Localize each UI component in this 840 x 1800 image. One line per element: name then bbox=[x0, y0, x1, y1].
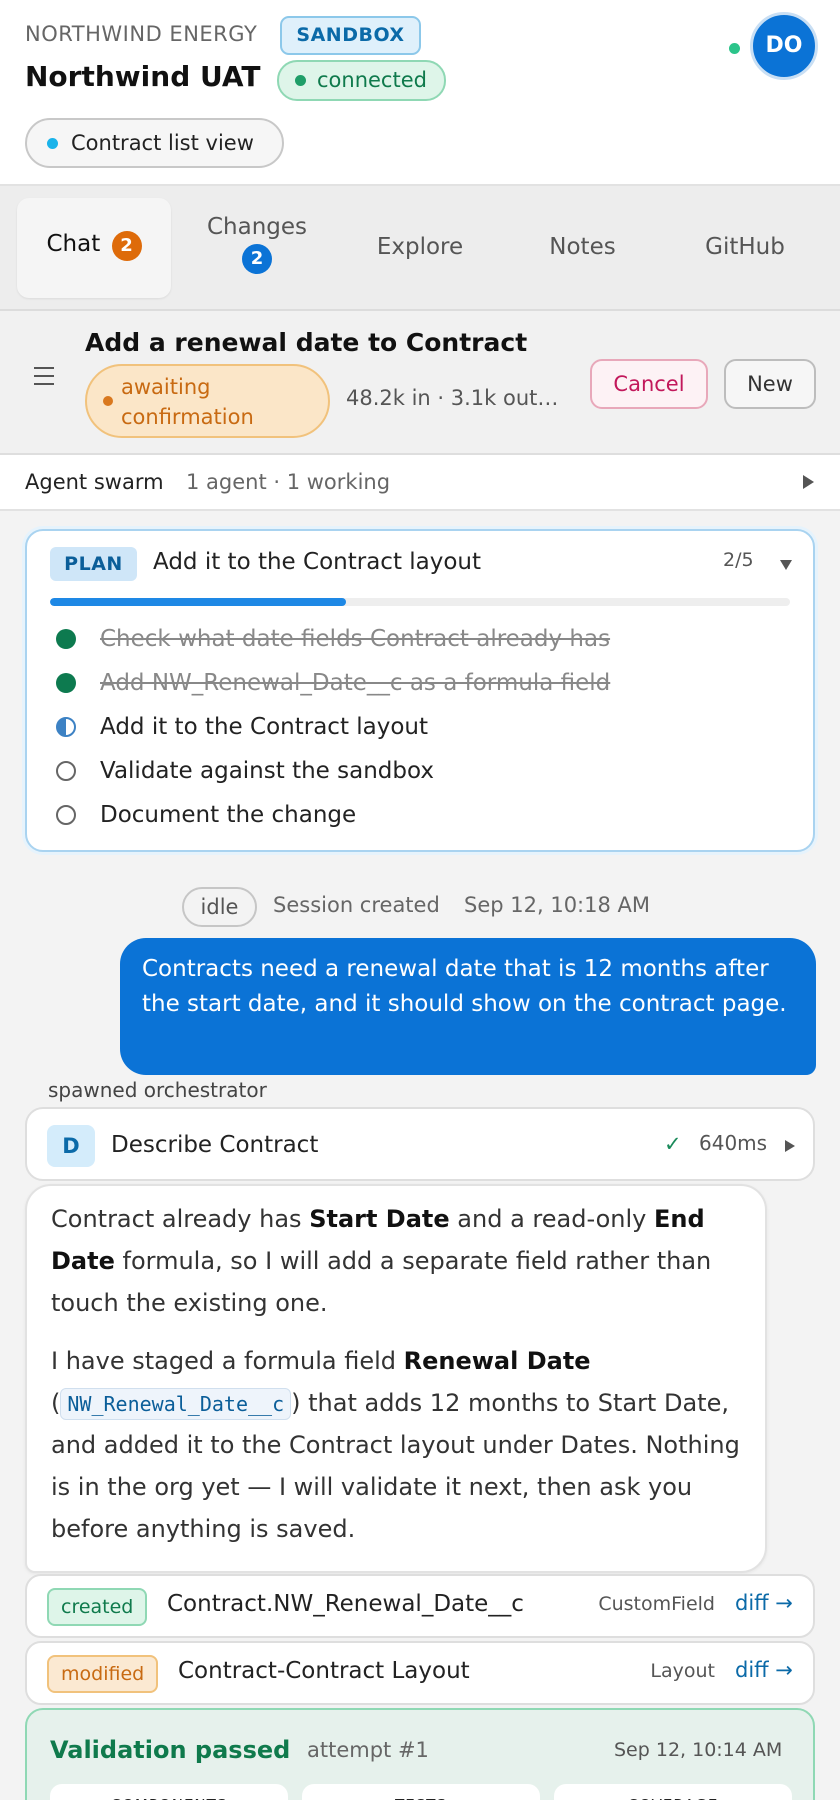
plan-step: Validate against the sandbox bbox=[50, 753, 790, 789]
tool-call-duration: 640ms bbox=[699, 1131, 768, 1155]
change-component-name: Contract.NW_Renewal_Date__c bbox=[167, 1591, 524, 1617]
tab-changes-label: Changes bbox=[206, 214, 308, 240]
online-status-icon bbox=[729, 43, 740, 54]
plan-badge: PLAN bbox=[50, 547, 137, 581]
app-header: NORTHWIND ENERGY SANDBOX Northwind UAT c… bbox=[0, 0, 840, 186]
agent-swarm-bar[interactable]: Agent swarm 1 agent · 1 working bbox=[0, 455, 840, 511]
session-status-label: awaiting confirmation bbox=[121, 375, 254, 429]
tab-explore[interactable]: Explore bbox=[350, 198, 490, 298]
check-icon: ✓ bbox=[664, 1132, 682, 1156]
token-usage: 48.2k in · 3.1k out… bbox=[346, 386, 559, 410]
tab-changes[interactable]: Changes 2 bbox=[190, 198, 324, 298]
plan-step-text: Validate against the sandbox bbox=[100, 758, 434, 784]
session-status-badge: awaiting confirmation bbox=[85, 364, 330, 438]
plan-step-count: 2/5 bbox=[723, 549, 754, 571]
expand-caret-icon[interactable] bbox=[785, 1140, 795, 1152]
cancel-button[interactable]: Cancel bbox=[590, 359, 708, 409]
tab-github[interactable]: GitHub bbox=[675, 198, 815, 298]
new-session-button[interactable]: New bbox=[724, 359, 816, 409]
tab-github-label: GitHub bbox=[705, 234, 785, 260]
tool-call-name: Describe Contract bbox=[111, 1132, 319, 1158]
validation-card: Validation passed attempt #1 Sep 12, 10:… bbox=[25, 1708, 815, 1800]
session-created-time: Sep 12, 10:18 AM bbox=[464, 893, 651, 917]
diff-link[interactable]: diff → bbox=[735, 1591, 793, 1615]
diff-link[interactable]: diff → bbox=[735, 1658, 793, 1682]
agent-message: Contract already has Start Date and a re… bbox=[25, 1184, 767, 1573]
user-avatar[interactable]: DO bbox=[750, 12, 818, 80]
org-name: NORTHWIND ENERGY bbox=[25, 22, 258, 46]
change-row: created Contract.NW_Renewal_Date__c Cust… bbox=[25, 1574, 815, 1638]
change-created-badge: created bbox=[47, 1588, 148, 1626]
agent-swarm-status: 1 agent · 1 working bbox=[186, 470, 391, 494]
plan-step-text: Check what date fields Contract already … bbox=[100, 626, 611, 652]
plan-step: Add NW_Renewal_Date__c as a formula fiel… bbox=[50, 665, 790, 701]
validation-attempt: attempt #1 bbox=[307, 1738, 429, 1762]
plan-step-text: Add it to the Contract layout bbox=[100, 714, 429, 740]
plan-step: Check what date fields Contract already … bbox=[50, 621, 790, 657]
change-component-type: CustomField bbox=[598, 1593, 715, 1615]
validation-time: Sep 12, 10:14 AM bbox=[614, 1739, 783, 1761]
tab-chat-badge: 2 bbox=[111, 231, 142, 261]
step-done-icon bbox=[56, 673, 76, 693]
plan-progress-fill bbox=[50, 598, 346, 606]
plan-step: Add it to the Contract layout bbox=[50, 709, 790, 745]
agent-message-paragraph: Contract already has Start Date and a re… bbox=[51, 1205, 712, 1317]
plan-step-text: Add NW_Renewal_Date__c as a formula fiel… bbox=[100, 670, 611, 696]
plan-step-text: Document the change bbox=[100, 802, 357, 828]
context-view-label: Contract list view bbox=[71, 131, 254, 155]
sandbox-badge: SANDBOX bbox=[280, 16, 421, 55]
plan-card: PLAN Add it to the Contract layout 2/5 C… bbox=[25, 529, 815, 852]
session-header: Add a renewal date to Contract awaiting … bbox=[0, 311, 840, 455]
collapse-caret-icon[interactable] bbox=[780, 560, 792, 570]
validation-stat-tests: TESTS bbox=[302, 1784, 540, 1800]
plan-progress-bar bbox=[50, 598, 790, 606]
validation-stat-coverage: COVERAGE bbox=[554, 1784, 792, 1800]
session-created-label: Session created bbox=[273, 893, 440, 917]
change-component-name: Contract-Contract Layout bbox=[178, 1658, 470, 1684]
change-component-type: Layout bbox=[650, 1660, 715, 1682]
menu-icon[interactable] bbox=[34, 367, 58, 387]
change-modified-badge: modified bbox=[47, 1655, 159, 1693]
change-row: modified Contract-Contract Layout Layout… bbox=[25, 1641, 815, 1705]
agent-swarm-label: Agent swarm bbox=[25, 470, 164, 494]
step-done-icon bbox=[56, 629, 76, 649]
connection-status-label: connected bbox=[317, 68, 427, 92]
connection-dot-icon bbox=[295, 75, 306, 86]
tab-notes-label: Notes bbox=[549, 234, 616, 260]
idle-status-chip: idle bbox=[182, 887, 257, 927]
tab-changes-badge: 2 bbox=[242, 244, 272, 274]
connection-status-badge: connected bbox=[277, 60, 446, 101]
step-pending-icon bbox=[56, 761, 76, 781]
tab-chat-label: Chat bbox=[46, 231, 101, 257]
tool-call-row[interactable]: D Describe Contract ✓ 640ms bbox=[25, 1107, 815, 1181]
step-in-progress-icon bbox=[56, 717, 76, 737]
environment-title: Northwind UAT bbox=[25, 60, 261, 93]
context-view-chip[interactable]: Contract list view bbox=[25, 118, 284, 168]
tab-notes[interactable]: Notes bbox=[515, 198, 650, 298]
validation-title: Validation passed bbox=[50, 1736, 291, 1764]
tool-avatar: D bbox=[47, 1125, 95, 1167]
plan-step: Document the change bbox=[50, 797, 790, 833]
tab-chat[interactable]: Chat 2 bbox=[17, 198, 171, 298]
expand-caret-icon[interactable] bbox=[803, 475, 814, 489]
plan-current-step: Add it to the Contract layout bbox=[153, 549, 482, 575]
session-title: Add a renewal date to Contract bbox=[85, 328, 528, 357]
status-dot-icon bbox=[103, 396, 113, 406]
agent-message-paragraph: I have staged a formula field Renewal Da… bbox=[51, 1347, 740, 1543]
validation-stat-components: COMPONENTS bbox=[50, 1784, 288, 1800]
spawned-label: spawned orchestrator bbox=[48, 1078, 267, 1102]
tab-explore-label: Explore bbox=[376, 234, 464, 260]
tab-bar: Chat 2 Changes 2 Explore Notes GitHub bbox=[0, 186, 840, 311]
user-message: Contracts need a renewal date that is 12… bbox=[120, 938, 816, 1075]
context-dot-icon bbox=[47, 138, 58, 149]
step-pending-icon bbox=[56, 805, 76, 825]
field-api-name-code: NW_Renewal_Date__c bbox=[60, 1388, 292, 1420]
